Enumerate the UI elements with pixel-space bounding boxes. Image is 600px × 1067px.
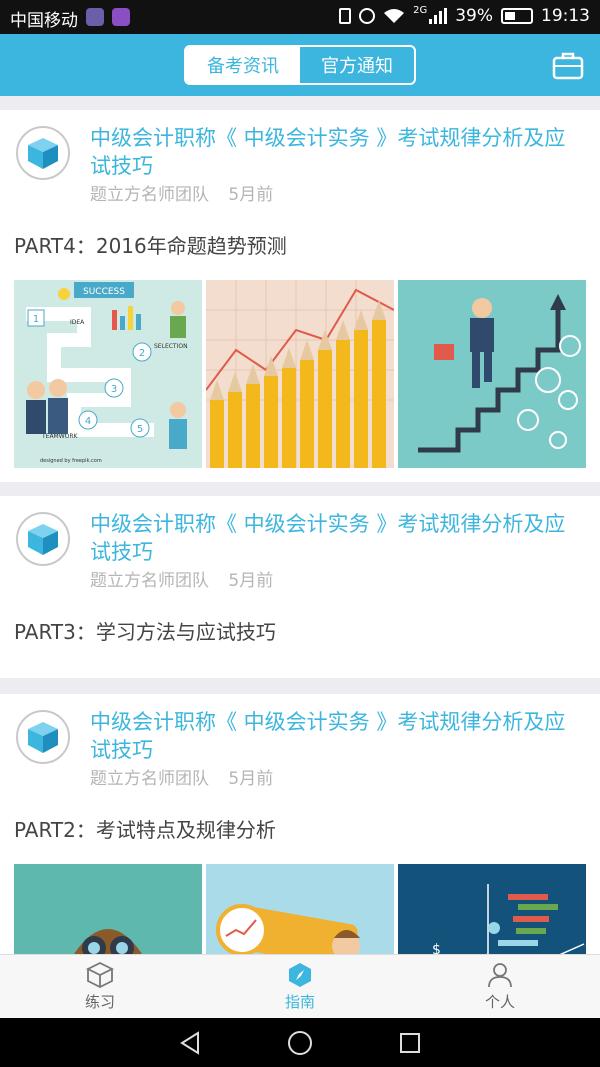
carrier-label: 中国移动	[10, 11, 78, 31]
briefcase-icon[interactable]	[552, 50, 584, 80]
time-label: 5月前	[228, 571, 274, 591]
author-label: 题立方名师团队	[90, 571, 209, 591]
system-nav-bar	[0, 1018, 600, 1067]
article-card[interactable]: 中级会计职称《 中级会计实务 》考试规律分析及应试技巧 题立方名师团队 5月前 …	[0, 496, 600, 678]
success-label: SUCCESS	[83, 287, 125, 297]
article-meta: 题立方名师团队 5月前	[90, 764, 273, 789]
cube-icon	[86, 961, 114, 989]
back-icon[interactable]	[170, 1018, 210, 1067]
step-5-label: 5	[137, 424, 143, 435]
compass-icon	[289, 963, 311, 987]
cube-logo-icon	[28, 722, 58, 753]
nav-guide[interactable]: 指南	[200, 955, 400, 1018]
article-title[interactable]: 中级会计职称《 中级会计实务 》考试规律分析及应试技巧	[90, 708, 586, 764]
nav-practice[interactable]: 练习	[0, 955, 200, 1018]
idea-label: IDEA	[70, 319, 85, 326]
article-feed[interactable]: 中级会计职称《 中级会计实务 》考试规律分析及应试技巧 题立方名师团队 5月前 …	[0, 96, 600, 954]
article-meta: 题立方名师团队 5月前	[90, 180, 273, 205]
app-header: 备考资讯 官方通知	[0, 34, 600, 96]
status-bar: 中国移动 2G 39% 19:13	[0, 0, 600, 34]
image-strip: SUCCESS 1 IDEA 2 SELECTION 3 4 TEAMWORK	[14, 280, 586, 468]
bottom-nav: 练习 指南 个人	[0, 954, 600, 1018]
nav-profile[interactable]: 个人	[400, 955, 600, 1018]
telescope-image	[206, 864, 394, 954]
wifi-icon	[384, 9, 405, 23]
infographic-image: SUCCESS 1 IDEA 2 SELECTION 3 4 TEAMWORK	[14, 280, 202, 468]
gallery-notification-icon	[112, 8, 130, 26]
nav-guide-label: 指南	[284, 993, 315, 1011]
dark-analytics-image: $	[398, 864, 586, 954]
battery-icon	[501, 8, 533, 24]
avatar	[16, 512, 70, 566]
article-subtitle: PART4：2016年命题趋势预测	[14, 234, 287, 258]
article-title[interactable]: 中级会计职称《 中级会计实务 》考试规律分析及应试技巧	[90, 124, 586, 180]
article-subtitle: PART3：学习方法与应试技巧	[14, 620, 276, 644]
step-3-label: 3	[111, 384, 117, 395]
image-strip: $	[14, 864, 586, 954]
app-notification-icon	[86, 8, 104, 26]
article-subtitle: PART2：考试特点及规律分析	[14, 818, 276, 842]
vibrate-icon	[339, 8, 352, 24]
battery-percent: 39%	[455, 6, 493, 26]
businessman-stairs-image	[398, 280, 586, 468]
recents-icon[interactable]	[390, 1018, 430, 1067]
network-type-label: 2G	[413, 4, 428, 16]
svg-text:$: $	[432, 942, 441, 954]
article-card[interactable]: 中级会计职称《 中级会计实务 》考试规律分析及应试技巧 题立方名师团队 5月前 …	[0, 110, 600, 482]
author-label: 题立方名师团队	[90, 769, 209, 789]
time-label: 5月前	[228, 185, 274, 205]
tab-exam-news[interactable]: 备考资讯	[186, 47, 300, 83]
cube-logo-icon	[28, 524, 58, 555]
step-1-label: 1	[33, 314, 39, 325]
time-label: 5月前	[228, 769, 274, 789]
step-4-label: 4	[85, 416, 91, 427]
article-title[interactable]: 中级会计职称《 中级会计实务 》考试规律分析及应试技巧	[90, 510, 586, 566]
cube-logo-icon	[28, 138, 58, 169]
selection-label: SELECTION	[154, 343, 188, 350]
segmented-tabs: 备考资讯 官方通知	[184, 45, 416, 85]
binoculars-image	[14, 864, 202, 954]
author-label: 题立方名师团队	[90, 185, 209, 205]
article-card[interactable]: 中级会计职称《 中级会计实务 》考试规律分析及应试技巧 题立方名师团队 5月前 …	[0, 694, 600, 954]
nav-profile-label: 个人	[484, 993, 515, 1011]
pencils-chart-image	[206, 280, 394, 468]
avatar	[16, 710, 70, 764]
article-meta: 题立方名师团队 5月前	[90, 566, 273, 591]
home-icon[interactable]	[280, 1018, 320, 1067]
nav-practice-label: 练习	[84, 993, 115, 1011]
step-2-label: 2	[139, 348, 145, 359]
tab-official-notice[interactable]: 官方通知	[300, 47, 414, 83]
signal-icon	[429, 8, 448, 24]
alarm-icon	[359, 8, 376, 24]
person-icon	[488, 963, 512, 988]
avatar	[16, 126, 70, 180]
teamwork-label: TEAMWORK	[41, 433, 79, 440]
credit-label: designed by freepik.com	[40, 458, 102, 464]
clock: 19:13	[541, 6, 590, 26]
